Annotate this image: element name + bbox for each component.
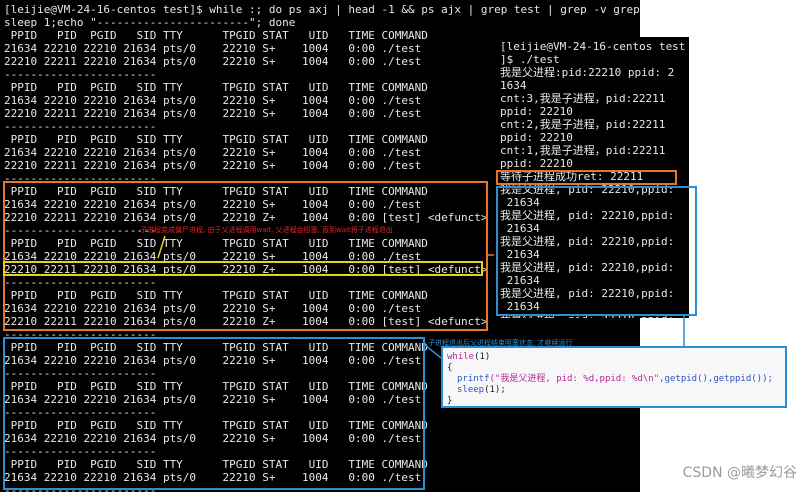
- code-snippet: while(1) { printf("我是父进程, pid: %d,ppid: …: [441, 346, 787, 408]
- code-function-sleep: sleep: [457, 385, 485, 395]
- code-string: ("我是父进程, pid: %d,ppid: %d\n": [489, 374, 660, 384]
- code-text: }: [447, 396, 453, 406]
- code-function-printf: printf: [457, 374, 490, 384]
- zombie-annotation: 子进程变成僵尸进程, 由于父进程调用wait, 父进程会阻塞, 直到wait将子…: [140, 226, 393, 234]
- connector-lines: [157, 235, 685, 359]
- code-text: {: [447, 363, 453, 373]
- watermark: CSDN @曦梦幻谷: [682, 465, 797, 481]
- code-keyword-while: while: [447, 352, 475, 362]
- code-text: (1): [474, 352, 491, 362]
- code-text: (1);: [484, 385, 506, 395]
- code-text: ,getpid(),getppid());: [659, 374, 773, 384]
